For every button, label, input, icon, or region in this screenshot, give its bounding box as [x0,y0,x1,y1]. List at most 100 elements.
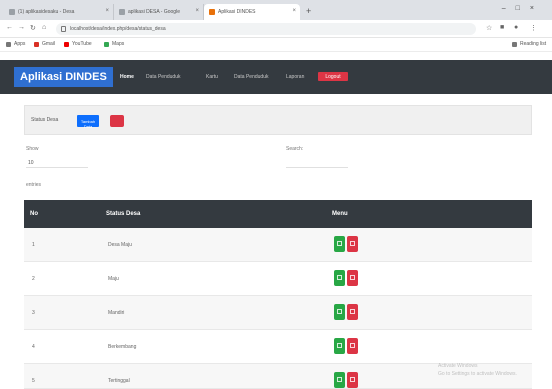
row-number: 4 [32,344,35,350]
table-row: 2 Maju [24,262,532,296]
delete-button[interactable] [347,236,358,252]
app-navbar: Aplikasi DINDES Home Data Penduduk Kartu… [0,60,552,94]
gmail-icon [34,42,39,47]
print-button[interactable] [110,115,124,127]
back-icon[interactable]: ← [6,24,13,31]
delete-button[interactable] [347,304,358,320]
tab-label: (1) aplikasidesaku - Desa [18,9,75,15]
bookmark-item[interactable]: YouTube [64,41,92,47]
tab-label: aplikasi DESA - Google [128,9,180,15]
close-icon[interactable]: × [292,8,296,14]
reading-list-label: Reading list [520,41,547,47]
lock-icon [61,26,66,32]
favicon-icon [9,9,15,15]
edit-icon [337,343,342,348]
column-header-no[interactable]: No [30,211,38,217]
nav-data-penduduk-2[interactable]: Data Penduduk [234,74,268,80]
watermark-line-1: Activate Windows [438,363,478,369]
bookmark-item[interactable]: Apps [6,41,25,47]
trash-icon [350,275,355,280]
star-icon[interactable]: ☆ [486,24,492,32]
entries-select[interactable]: 10 [26,158,88,168]
row-status: Maju [108,276,119,282]
card-header: Status Desa Tambah Data [24,105,532,135]
trash-icon [350,343,355,348]
row-status: Tertinggal [108,378,130,384]
address-bar-row: ← → ↻ ⌂ localhost/desa/index.php/desa/st… [0,20,552,38]
reading-list-icon [512,42,517,47]
close-icon[interactable]: × [105,8,109,14]
nav-kartu[interactable]: Kartu [206,74,218,80]
brand-logo[interactable]: Aplikasi DINDES [14,67,113,87]
bookmark-item[interactable]: Gmail [34,41,55,47]
home-icon[interactable]: ⌂ [42,24,46,31]
activation-watermark: Activate Windows Go to Settings to activ… [438,362,517,378]
column-header-menu[interactable]: Menu [332,211,348,217]
row-number: 1 [32,242,35,248]
row-status: Desa Maju [108,242,132,248]
favicon-icon [119,9,125,15]
url-text: localhost/desa/index.php/desa/status_des… [70,26,166,32]
edit-button[interactable] [334,304,345,320]
edit-icon [337,309,342,314]
bookmark-label: Maps [112,41,125,47]
search-input[interactable] [286,158,348,168]
add-data-button[interactable]: Tambah Data [77,115,99,129]
maps-icon [104,42,109,47]
column-header-status[interactable]: Status Desa [106,211,140,217]
close-icon[interactable]: × [195,8,199,14]
row-number: 3 [32,310,35,316]
bookmarks-bar: Apps Gmail YouTube Maps Reading list [0,38,552,52]
forward-icon[interactable]: → [18,24,25,31]
browser-tab[interactable]: (1) aplikasidesaku - Desa × [4,4,114,20]
delete-button[interactable] [347,338,358,354]
edit-button[interactable] [334,372,345,388]
youtube-icon [64,42,69,47]
delete-button[interactable] [347,270,358,286]
row-status: Berkembang [108,344,137,350]
row-number: 5 [32,378,35,384]
bookmark-item[interactable]: Maps [104,41,124,47]
url-input[interactable]: localhost/desa/index.php/desa/status_des… [56,23,476,35]
reading-list[interactable]: Reading list [512,41,546,47]
browser-tab-bar: (1) aplikasidesaku - Desa × aplikasi DES… [0,0,552,20]
edit-icon [337,275,342,280]
trash-icon [350,241,355,246]
bookmark-label: Gmail [42,41,56,47]
entries-label: entries [26,182,42,188]
bookmark-label: YouTube [72,41,92,47]
nav-data-penduduk[interactable]: Data Penduduk [146,74,180,80]
reload-icon[interactable]: ↻ [30,24,36,32]
edit-button[interactable] [334,270,345,286]
favicon-icon [209,9,215,15]
edit-icon [337,241,342,246]
delete-button[interactable] [347,372,358,388]
table-row: 1 Desa Maju [24,228,532,262]
card-title: Status Desa [31,117,59,123]
extensions-icon[interactable]: ■ [500,24,504,31]
show-label: Show [26,146,39,152]
logout-button[interactable]: Logout [318,72,348,81]
table-row: 4 Berkembang [24,330,532,364]
bookmark-label: Apps [14,41,26,47]
search-label: Search: [286,146,304,152]
entries-value: 10 [28,160,34,166]
menu-icon[interactable]: ⋮ [530,24,537,32]
table-row: 3 Mandiri [24,296,532,330]
row-status: Mandiri [108,310,125,316]
profile-icon[interactable]: ● [514,24,518,31]
trash-icon [350,309,355,314]
browser-tab-active[interactable]: Aplikasi DINDES × [204,4,300,20]
nav-laporan[interactable]: Laporan [286,74,304,80]
table-header: No Status Desa Menu [24,200,532,228]
window-controls[interactable]: –□× [502,5,544,12]
edit-button[interactable] [334,338,345,354]
row-number: 2 [32,276,35,282]
browser-tab[interactable]: aplikasi DESA - Google × [114,4,204,20]
new-tab-icon[interactable]: + [306,6,311,16]
apps-icon [6,42,11,47]
trash-icon [350,377,355,382]
edit-icon [337,377,342,382]
nav-home[interactable]: Home [120,74,134,80]
edit-button[interactable] [334,236,345,252]
